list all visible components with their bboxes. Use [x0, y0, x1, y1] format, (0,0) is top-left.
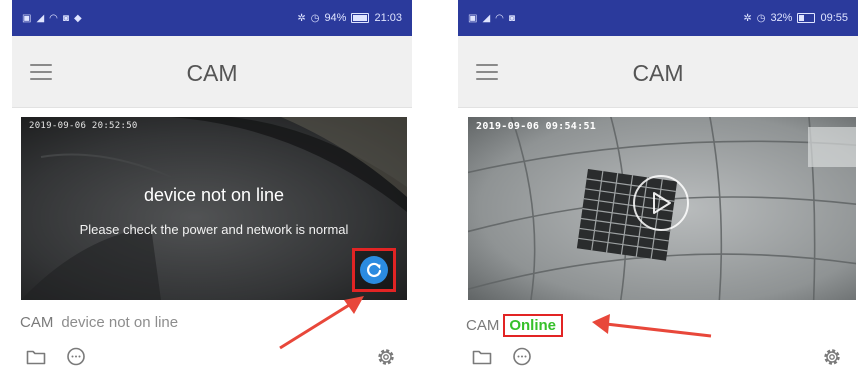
app-notification-icon: ◙ [62, 12, 69, 24]
video-timestamp: 2019-09-06 09:54:51 [476, 121, 597, 132]
signal-icon: ◢ [36, 12, 45, 24]
status-icons-right: ✲ ◷ 94% 21:03 [297, 12, 402, 24]
device-actions [468, 346, 848, 370]
play-button[interactable] [633, 175, 689, 231]
vibrate-icon: ✲ [297, 12, 306, 24]
vibrate-icon: ✲ [743, 12, 752, 24]
camera-preview[interactable]: 2019-09-06 09:54:51 [468, 117, 856, 300]
camera-preview[interactable]: 2019-09-06 20:52:50 device not on line P… [21, 117, 407, 300]
gear-icon[interactable] [376, 347, 396, 367]
status-bar: ▣ ◢ ◠ ◙ ◆ ✲ ◷ 94% 21:03 [12, 0, 412, 36]
app-notification-icon: ◙ [508, 12, 515, 24]
video-timestamp: 2019-09-06 20:52:50 [29, 121, 138, 131]
app-title: CAM [632, 60, 684, 86]
app-bar: CAM [458, 36, 858, 108]
signal-icon: ◢ [482, 12, 491, 24]
status-icons-left: ▣ ◢ ◠ ◙ [468, 13, 515, 24]
play-icon [653, 192, 671, 214]
gear-icon[interactable] [822, 347, 842, 367]
offline-title: device not on line [143, 185, 285, 205]
wifi-icon: ◠ [49, 12, 58, 24]
annotation-arrow [279, 296, 364, 350]
gallery-icon: ▣ [22, 12, 32, 24]
offline-message: Please check the power and network is no… [79, 222, 349, 237]
refresh-icon [360, 256, 388, 284]
gallery-icon: ▣ [468, 12, 478, 24]
camera-frame-image [21, 117, 407, 300]
alarm-icon: ◷ [756, 12, 766, 24]
phone-screen-online: ▣ ◢ ◠ ◙ ✲ ◷ 32% 09:55 CAM 2019-09-06 09:… [458, 0, 858, 374]
annotation-arrow [592, 314, 712, 338]
device-info-row: CAM device not on line [20, 314, 178, 331]
device-info-row: CAM Online [466, 314, 564, 337]
alarm-icon: ◷ [310, 12, 320, 24]
battery-percent: 32% [770, 12, 793, 24]
clock: 21:03 [374, 12, 402, 24]
app-title: CAM [186, 60, 238, 86]
online-highlight-box: Online [503, 314, 564, 337]
folder-icon[interactable] [472, 349, 492, 365]
clock: 09:55 [820, 12, 848, 24]
device-name: CAM [20, 314, 54, 331]
device-status: Online [509, 317, 557, 334]
refresh-button[interactable] [352, 248, 396, 292]
folder-icon[interactable] [26, 349, 46, 365]
battery-icon [351, 13, 370, 23]
chat-icon[interactable] [66, 347, 86, 367]
lock-icon: ◆ [73, 12, 82, 24]
device-status: device not on line [61, 314, 179, 331]
chat-icon[interactable] [512, 347, 532, 367]
battery-icon [797, 13, 816, 23]
app-bar: CAM [12, 36, 412, 108]
battery-percent: 94% [324, 12, 347, 24]
phone-screen-offline: ▣ ◢ ◠ ◙ ◆ ✲ ◷ 94% 21:03 CAM 2019-09-06 2… [12, 0, 412, 374]
wifi-icon: ◠ [495, 12, 504, 24]
status-icons-left: ▣ ◢ ◠ ◙ ◆ [22, 13, 82, 24]
status-icons-right: ✲ ◷ 32% 09:55 [743, 12, 848, 24]
status-bar: ▣ ◢ ◠ ◙ ✲ ◷ 32% 09:55 [458, 0, 858, 36]
device-name: CAM [466, 317, 500, 334]
